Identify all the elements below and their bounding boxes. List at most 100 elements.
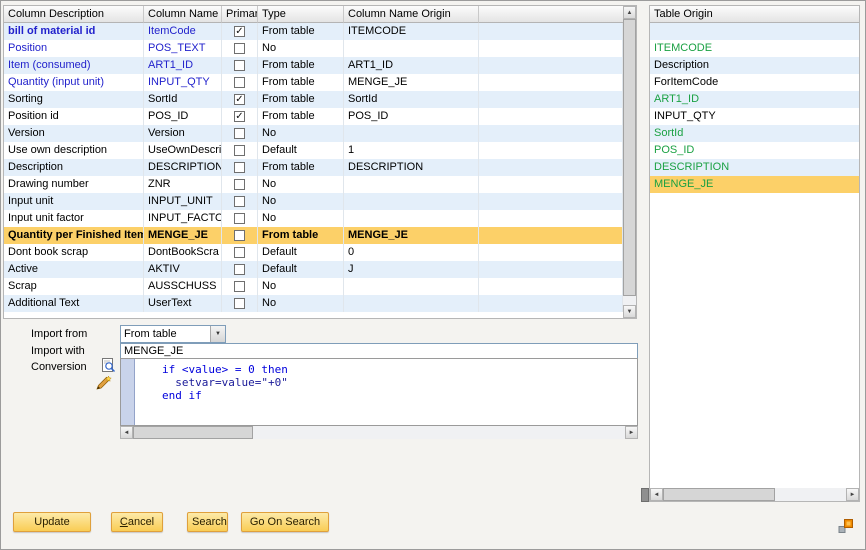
primary-checkbox[interactable]: ✓: [234, 94, 245, 105]
cell-type[interactable]: No: [258, 40, 344, 57]
cell-type[interactable]: No: [258, 295, 344, 312]
cell-type[interactable]: No: [258, 210, 344, 227]
cell-primary[interactable]: [222, 278, 258, 295]
cell-type[interactable]: From table: [258, 108, 344, 125]
cell-type[interactable]: From table: [258, 91, 344, 108]
table-row[interactable]: Drawing numberZNRNo: [4, 176, 623, 193]
table-row[interactable]: SortingSortId✓From tableSortId: [4, 91, 623, 108]
table-row[interactable]: Quantity per Finished ItemMENGE_JEFrom t…: [4, 227, 623, 244]
primary-checkbox[interactable]: [234, 179, 245, 190]
cell-column-name[interactable]: SortId: [144, 91, 222, 108]
cell-primary[interactable]: [222, 40, 258, 57]
cell-type[interactable]: From table: [258, 57, 344, 74]
origin-item[interactable]: Description: [650, 57, 859, 74]
cell-column-name[interactable]: DESCRIPTION: [144, 159, 222, 176]
table-row[interactable]: Additional TextUserTextNo: [4, 295, 623, 312]
cell-primary[interactable]: [222, 193, 258, 210]
cell-primary[interactable]: ✓: [222, 108, 258, 125]
cell-column-description[interactable]: Use own description: [4, 142, 144, 159]
cell-origin[interactable]: [344, 210, 479, 227]
origin-item[interactable]: ForItemCode: [650, 74, 859, 91]
cell-filler[interactable]: [479, 261, 623, 278]
scroll-up-icon[interactable]: ▲: [623, 6, 636, 19]
cell-origin[interactable]: DESCRIPTION: [344, 159, 479, 176]
scrollbar-thumb[interactable]: [133, 426, 253, 439]
primary-checkbox[interactable]: [234, 43, 245, 54]
cell-column-description[interactable]: Quantity (input unit): [4, 74, 144, 91]
primary-checkbox[interactable]: [234, 77, 245, 88]
scroll-right-icon[interactable]: ►: [846, 488, 859, 501]
primary-checkbox[interactable]: [234, 162, 245, 173]
cell-origin[interactable]: ART1_ID: [344, 57, 479, 74]
cell-column-name[interactable]: ItemCode: [144, 23, 222, 40]
cell-type[interactable]: No: [258, 176, 344, 193]
cell-origin[interactable]: [344, 176, 479, 193]
cell-column-description[interactable]: Position: [4, 40, 144, 57]
table-row[interactable]: Input unitINPUT_UNIT No: [4, 193, 623, 210]
scrollbar-track[interactable]: [133, 426, 625, 439]
cell-column-description[interactable]: Sorting: [4, 91, 144, 108]
cell-column-description[interactable]: bill of material id: [4, 23, 144, 40]
cell-column-name[interactable]: INPUT_UNIT: [144, 193, 222, 210]
cell-column-name[interactable]: INPUT_FACTO: [144, 210, 222, 227]
go-on-search-button[interactable]: Go On Search: [241, 512, 329, 532]
scrollbar-thumb[interactable]: [663, 488, 775, 501]
scroll-right-icon[interactable]: ►: [625, 426, 638, 439]
cell-filler[interactable]: [479, 40, 623, 57]
cell-column-name[interactable]: ZNR: [144, 176, 222, 193]
cell-filler[interactable]: [479, 23, 623, 40]
import-with-input[interactable]: [120, 343, 638, 359]
preview-icon[interactable]: [102, 358, 118, 374]
scroll-left-icon[interactable]: ◄: [650, 488, 663, 501]
origin-item[interactable]: ART1_ID: [650, 91, 859, 108]
cell-type[interactable]: Default: [258, 244, 344, 261]
table-row[interactable]: ActiveAKTIVDefaultJ: [4, 261, 623, 278]
cell-column-name[interactable]: POS_ID: [144, 108, 222, 125]
cell-column-name[interactable]: INPUT_QTY: [144, 74, 222, 91]
cell-column-name[interactable]: UserText: [144, 295, 222, 312]
cell-origin[interactable]: SortId: [344, 91, 479, 108]
cell-origin[interactable]: MENGE_JE: [344, 227, 479, 244]
cell-filler[interactable]: [479, 295, 623, 312]
scroll-left-icon[interactable]: ◄: [120, 426, 133, 439]
table-row[interactable]: VersionVersionNo: [4, 125, 623, 142]
cell-filler[interactable]: [479, 142, 623, 159]
cell-filler[interactable]: [479, 244, 623, 261]
table-row[interactable]: bill of material idItemCode✓From tableIT…: [4, 23, 623, 40]
primary-checkbox[interactable]: [234, 298, 245, 309]
cell-column-description[interactable]: Quantity per Finished Item: [4, 227, 144, 244]
conversion-code[interactable]: if <value> = 0 then setvar=value="+0"end…: [135, 359, 637, 425]
cell-column-description[interactable]: Active: [4, 261, 144, 278]
cell-column-description[interactable]: Scrap: [4, 278, 144, 295]
cell-column-description[interactable]: Position id: [4, 108, 144, 125]
cell-column-name[interactable]: MENGE_JE: [144, 227, 222, 244]
cell-primary[interactable]: [222, 125, 258, 142]
cell-primary[interactable]: [222, 261, 258, 278]
cell-origin[interactable]: J: [344, 261, 479, 278]
cell-origin[interactable]: [344, 295, 479, 312]
table-row[interactable]: Use own descriptionUseOwnDescriDefault1: [4, 142, 623, 159]
cell-column-name[interactable]: Version: [144, 125, 222, 142]
cell-column-description[interactable]: Input unit: [4, 193, 144, 210]
cell-filler[interactable]: [479, 91, 623, 108]
table-row[interactable]: DescriptionDESCRIPTIONFrom tableDESCRIPT…: [4, 159, 623, 176]
cell-column-name[interactable]: POS_TEXT: [144, 40, 222, 57]
primary-checkbox[interactable]: [234, 264, 245, 275]
cell-type[interactable]: No: [258, 193, 344, 210]
import-from-select[interactable]: From table ▼: [120, 325, 226, 343]
cell-origin[interactable]: [344, 40, 479, 57]
cell-primary[interactable]: [222, 176, 258, 193]
primary-checkbox[interactable]: [234, 60, 245, 71]
origin-item[interactable]: DESCRIPTION: [650, 159, 859, 176]
primary-checkbox[interactable]: [234, 281, 245, 292]
cell-type[interactable]: From table: [258, 74, 344, 91]
table-row[interactable]: Input unit factorINPUT_FACTONo: [4, 210, 623, 227]
cell-column-description[interactable]: Description: [4, 159, 144, 176]
cell-filler[interactable]: [479, 108, 623, 125]
edit-wand-icon[interactable]: [96, 375, 112, 391]
cancel-button[interactable]: Cancel: [111, 512, 163, 532]
table-row[interactable]: PositionPOS_TEXT No: [4, 40, 623, 57]
primary-checkbox[interactable]: [234, 145, 245, 156]
table-row[interactable]: Quantity (input unit)INPUT_QTY From table…: [4, 74, 623, 91]
origin-item[interactable]: POS_ID: [650, 142, 859, 159]
